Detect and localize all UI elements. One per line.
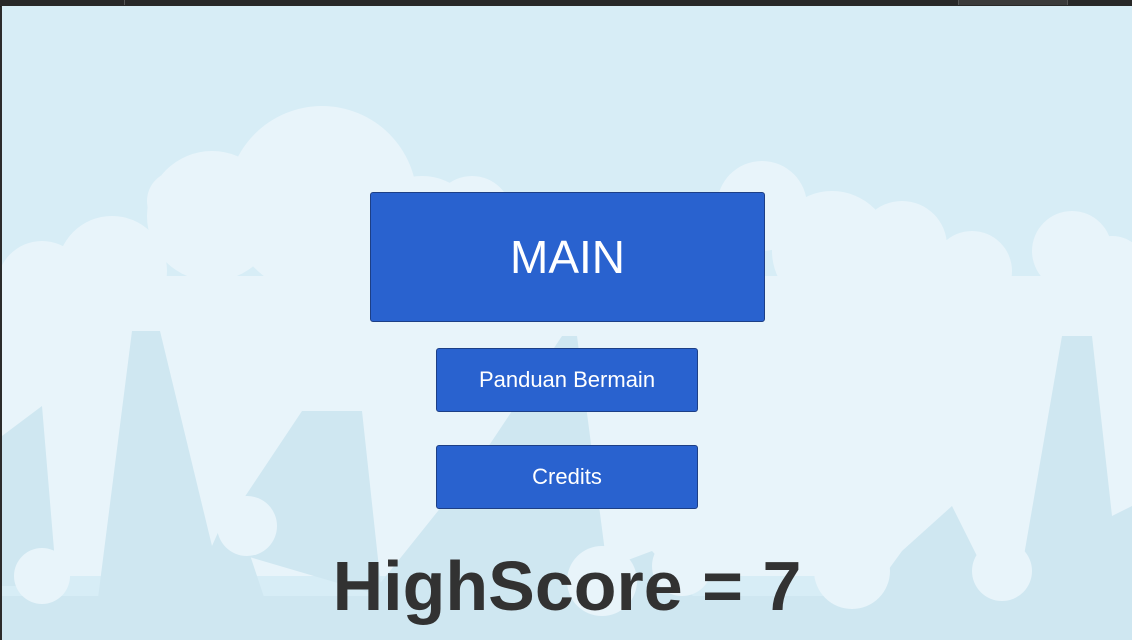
toolbar-divider [124,0,125,5]
game-window: MAIN Panduan Bermain Credits HighScore =… [0,0,1132,640]
toolbar-dropdown[interactable] [958,0,1068,5]
play-button-label: MAIN [510,231,625,283]
guide-button-label: Panduan Bermain [478,367,656,392]
highscore-text: HighScore = 7 [332,547,802,625]
guide-button[interactable]: Panduan Bermain [436,348,698,412]
sky-background [2,6,1132,640]
play-button[interactable]: MAIN [370,192,765,322]
game-viewport: MAIN Panduan Bermain Credits HighScore =… [1,6,1132,640]
credits-button[interactable]: Credits [436,445,698,509]
credits-button-label: Credits [532,464,602,489]
